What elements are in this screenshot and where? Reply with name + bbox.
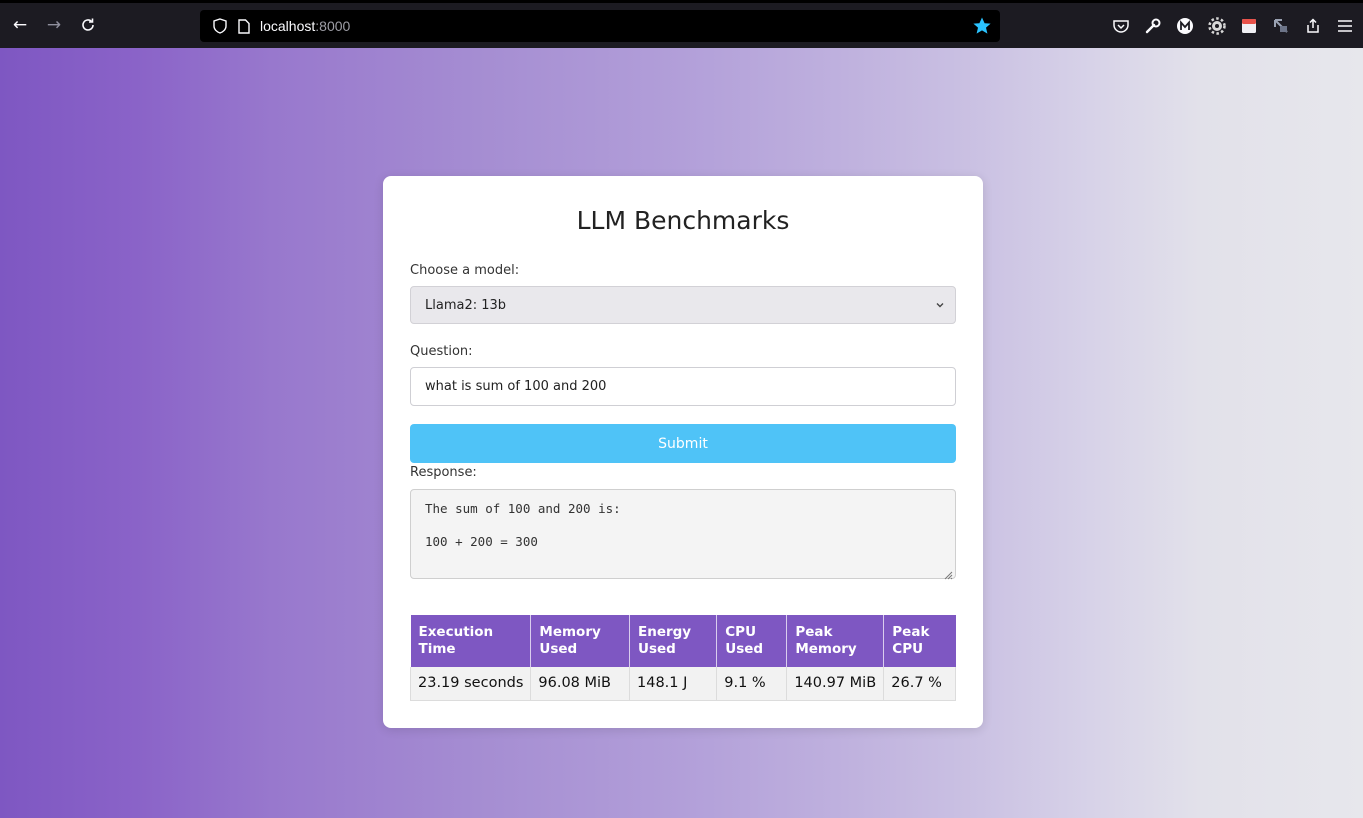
- cell-energy-used: 148.1 J: [629, 667, 718, 701]
- pocket-icon[interactable]: [1108, 13, 1134, 39]
- forward-arrow-icon[interactable]: →: [42, 13, 66, 37]
- model-label: Choose a model:: [410, 263, 520, 278]
- header-cpu-used: CPU Used: [716, 615, 788, 667]
- url-text: localhost:8000: [260, 18, 351, 34]
- response-label: Response:: [410, 465, 477, 480]
- table-row: 23.19 seconds 96.08 MiB 148.1 J 9.1 % 14…: [409, 667, 956, 701]
- calendar-extension-icon[interactable]: [1236, 13, 1262, 39]
- wrench-icon[interactable]: [1140, 13, 1166, 39]
- share-icon[interactable]: [1300, 13, 1326, 39]
- page-icon: [234, 16, 254, 36]
- model-select[interactable]: Llama2: 13b: [410, 286, 956, 324]
- response-line: The sum of 100 and 200 is:: [425, 501, 621, 516]
- response-textarea[interactable]: The sum of 100 and 200 is: 100 + 200 = 3…: [410, 489, 956, 580]
- extension-m-icon[interactable]: [1172, 13, 1198, 39]
- header-execution-time: Execution Time: [410, 615, 532, 667]
- chevron-down-icon: [935, 299, 945, 309]
- response-line: 100 + 200 = 300: [425, 534, 538, 549]
- bookmark-star-icon[interactable]: [972, 16, 992, 36]
- header-energy-used: Energy Used: [629, 615, 718, 667]
- shield-icon[interactable]: [210, 16, 230, 36]
- model-select-value: Llama2: 13b: [425, 297, 507, 313]
- back-arrow-icon[interactable]: ←: [8, 13, 32, 37]
- resize-handle-icon[interactable]: [943, 566, 953, 580]
- submit-button[interactable]: Submit: [410, 424, 956, 463]
- header-memory-used: Memory Used: [530, 615, 630, 667]
- question-input[interactable]: [410, 367, 956, 406]
- question-label: Question:: [410, 344, 473, 359]
- browser-toolbar: ← → localhost:8000: [0, 0, 1363, 48]
- page-title: LLM Benchmarks: [576, 206, 790, 235]
- address-bar[interactable]: localhost:8000: [200, 10, 1000, 42]
- cell-peak-memory: 140.97 MiB: [786, 667, 885, 701]
- cell-peak-cpu: 26.7 %: [883, 667, 956, 701]
- header-peak-memory: Peak Memory: [786, 615, 885, 667]
- benchmark-card: LLM Benchmarks Choose a model: Llama2: 1…: [383, 176, 983, 728]
- hamburger-menu-icon[interactable]: [1332, 13, 1358, 39]
- gear-extension-icon[interactable]: [1204, 13, 1230, 39]
- cell-execution-time: 23.19 seconds: [409, 667, 532, 701]
- reload-icon[interactable]: [76, 13, 100, 37]
- metrics-table: Execution Time Memory Used Energy Used CPU U…: [409, 615, 956, 701]
- metrics-header-row: Execution Time Memory Used Energy Used CPU U…: [410, 615, 956, 667]
- header-peak-cpu: Peak CPU: [883, 615, 956, 667]
- cell-memory-used: 96.08 MiB: [530, 667, 630, 701]
- cell-cpu-used: 9.1 %: [716, 667, 788, 701]
- arrow-extension-icon[interactable]: [1268, 13, 1294, 39]
